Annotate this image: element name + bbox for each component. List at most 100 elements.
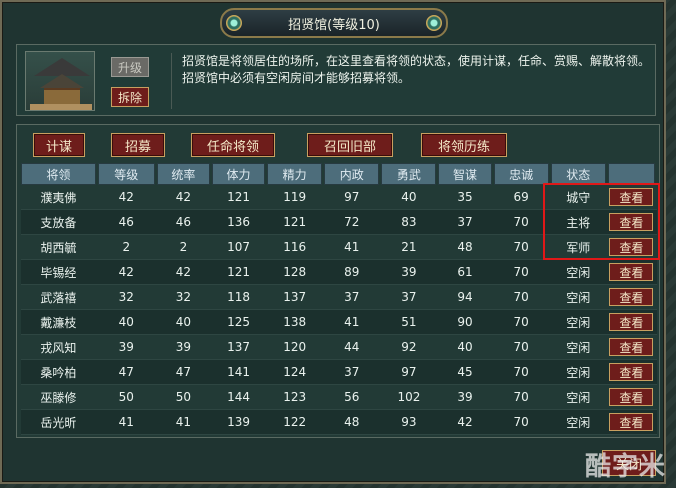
cell-stamina: 125 [227,315,251,329]
cell-loyalty: 70 [513,340,529,354]
cell-stamina: 141 [227,365,251,379]
cell-action: 查看 [608,235,655,259]
cell-name: 戎风知 [40,340,77,355]
cell-valor: 83 [401,215,417,229]
recruit-button[interactable]: 招募 [111,133,165,157]
cell-politics: 89 [344,265,360,279]
table-row: 桑吟柏 47 47 141 124 37 97 45 70 空闲 查看 [21,360,657,385]
jade-ornament-icon [426,15,442,31]
column-header[interactable]: 状态 [550,163,606,185]
table-row: 戴濂枝 40 40 125 138 41 51 90 70 空闲 查看 [21,310,657,335]
cell-loyalty: 70 [513,315,529,329]
cell-loyalty: 70 [513,390,529,404]
cell-name: 毕锡经 [40,265,77,280]
cell-action: 查看 [608,185,655,209]
cell-status: 空闲 [566,415,591,430]
cell-command: 42 [175,265,192,279]
view-general-button[interactable]: 查看 [609,188,654,206]
cell-status: 空闲 [566,265,591,280]
cell-level: 46 [118,215,134,229]
cell-politics: 41 [344,240,360,254]
demolish-button[interactable]: 拆除 [111,87,149,107]
view-general-button[interactable]: 查看 [609,313,654,331]
table-header: 将领 等级 统率 体力 精力 内政 勇武 智谋 忠诚 状态 [21,163,657,185]
column-header[interactable]: 将领 [21,163,96,185]
cell-status: 城守 [566,190,591,205]
cell-action: 查看 [608,210,655,234]
cell-energy: 123 [283,390,307,404]
column-header[interactable]: 内政 [324,163,380,185]
recall-old-troops-button[interactable]: 召回旧部 [307,133,393,157]
cell-level: 42 [118,190,134,204]
close-button[interactable]: 关闭 [602,450,656,476]
cell-valor: 39 [401,265,417,279]
column-header[interactable]: 统率 [156,163,210,185]
cell-command: 41 [175,415,192,429]
cell-energy: 119 [283,190,307,204]
view-general-button[interactable]: 查看 [609,288,654,306]
cell-wisdom: 48 [457,240,473,254]
column-header [607,163,656,185]
view-general-button[interactable]: 查看 [609,263,654,281]
cell-action: 查看 [608,385,655,409]
cell-name: 岳光昕 [40,415,77,430]
building-description: 招贤馆是将领居住的场所，在这里查看将领的状态，使用计谋，任命、赏赐、解散将领。招… [171,53,651,109]
cell-action: 查看 [608,310,655,334]
cell-wisdom: 90 [457,315,473,329]
window-title-bar: 招贤馆(等级10) [220,8,448,38]
cell-valor: 40 [401,190,417,204]
table-row: 巫滕修 50 50 144 123 56 102 39 70 空闲 查看 [21,385,657,410]
column-header[interactable]: 忠诚 [493,163,549,185]
view-general-button[interactable]: 查看 [609,338,654,356]
table-row: 岳光昕 41 41 139 122 48 93 42 70 空闲 查看 [21,410,657,435]
cell-level: 39 [118,340,134,354]
cell-loyalty: 70 [513,265,529,279]
cell-name: 巫滕修 [40,390,77,405]
table-row: 支放备 46 46 136 121 72 83 37 70 主将 查看 [21,210,657,235]
column-header[interactable]: 等级 [97,163,155,185]
cell-loyalty: 70 [513,415,529,429]
cell-level: 32 [118,290,134,304]
cell-loyalty: 69 [513,190,529,204]
column-header[interactable]: 体力 [211,163,266,185]
strategy-button[interactable]: 计谋 [33,133,85,157]
cell-wisdom: 40 [457,340,473,354]
cell-loyalty: 70 [513,215,529,229]
cell-loyalty: 70 [513,240,529,254]
cell-wisdom: 37 [457,215,473,229]
table-row: 武落禧 32 32 118 137 37 37 94 70 空闲 查看 [21,285,657,310]
appoint-general-button[interactable]: 任命将领 [191,133,275,157]
general-training-button[interactable]: 将领历练 [421,133,507,157]
cell-valor: 93 [401,415,417,429]
view-general-button[interactable]: 查看 [609,413,654,431]
general-list-panel: 计谋 招募 任命将领 召回旧部 将领历练 将领 等级 统率 体力 精力 内政 勇… [16,124,660,438]
cell-name: 濮夷佛 [40,190,77,205]
column-header[interactable]: 智谋 [438,163,492,185]
view-general-button[interactable]: 查看 [609,363,654,381]
cell-valor: 21 [401,240,417,254]
cell-stamina: 121 [227,265,251,279]
view-general-button[interactable]: 查看 [609,213,654,231]
cell-energy: 121 [283,215,307,229]
table-row: 毕锡经 42 42 121 128 89 39 61 70 空闲 查看 [21,260,657,285]
column-header[interactable]: 精力 [267,163,323,185]
cell-loyalty: 70 [513,290,529,304]
upgrade-button[interactable]: 升级 [111,57,149,77]
cell-valor: 92 [401,340,417,354]
cell-name: 武落禧 [40,290,77,305]
cell-stamina: 118 [227,290,251,304]
column-header[interactable]: 勇武 [381,163,437,185]
cell-stamina: 144 [227,390,251,404]
table-row: 胡西毓 2 2 107 116 41 21 48 70 军师 查看 [21,235,657,260]
view-general-button[interactable]: 查看 [609,388,654,406]
cell-level: 47 [118,365,134,379]
recruit-hall-window: 招贤馆(等级10) 升级 拆除 招贤馆是将领居住的场所，在这里查看将领的状态，使… [0,0,666,484]
table-row: 戎风知 39 39 137 120 44 92 40 70 空闲 查看 [21,335,657,360]
cell-command: 50 [175,390,192,404]
cell-action: 查看 [608,410,655,434]
cell-wisdom: 42 [457,415,473,429]
cell-action: 查看 [608,285,655,309]
cell-energy: 120 [283,340,307,354]
general-table: 将领 等级 统率 体力 精力 内政 勇武 智谋 忠诚 状态 濮夷佛 42 42 121… [21,163,657,435]
view-general-button[interactable]: 查看 [609,238,654,256]
